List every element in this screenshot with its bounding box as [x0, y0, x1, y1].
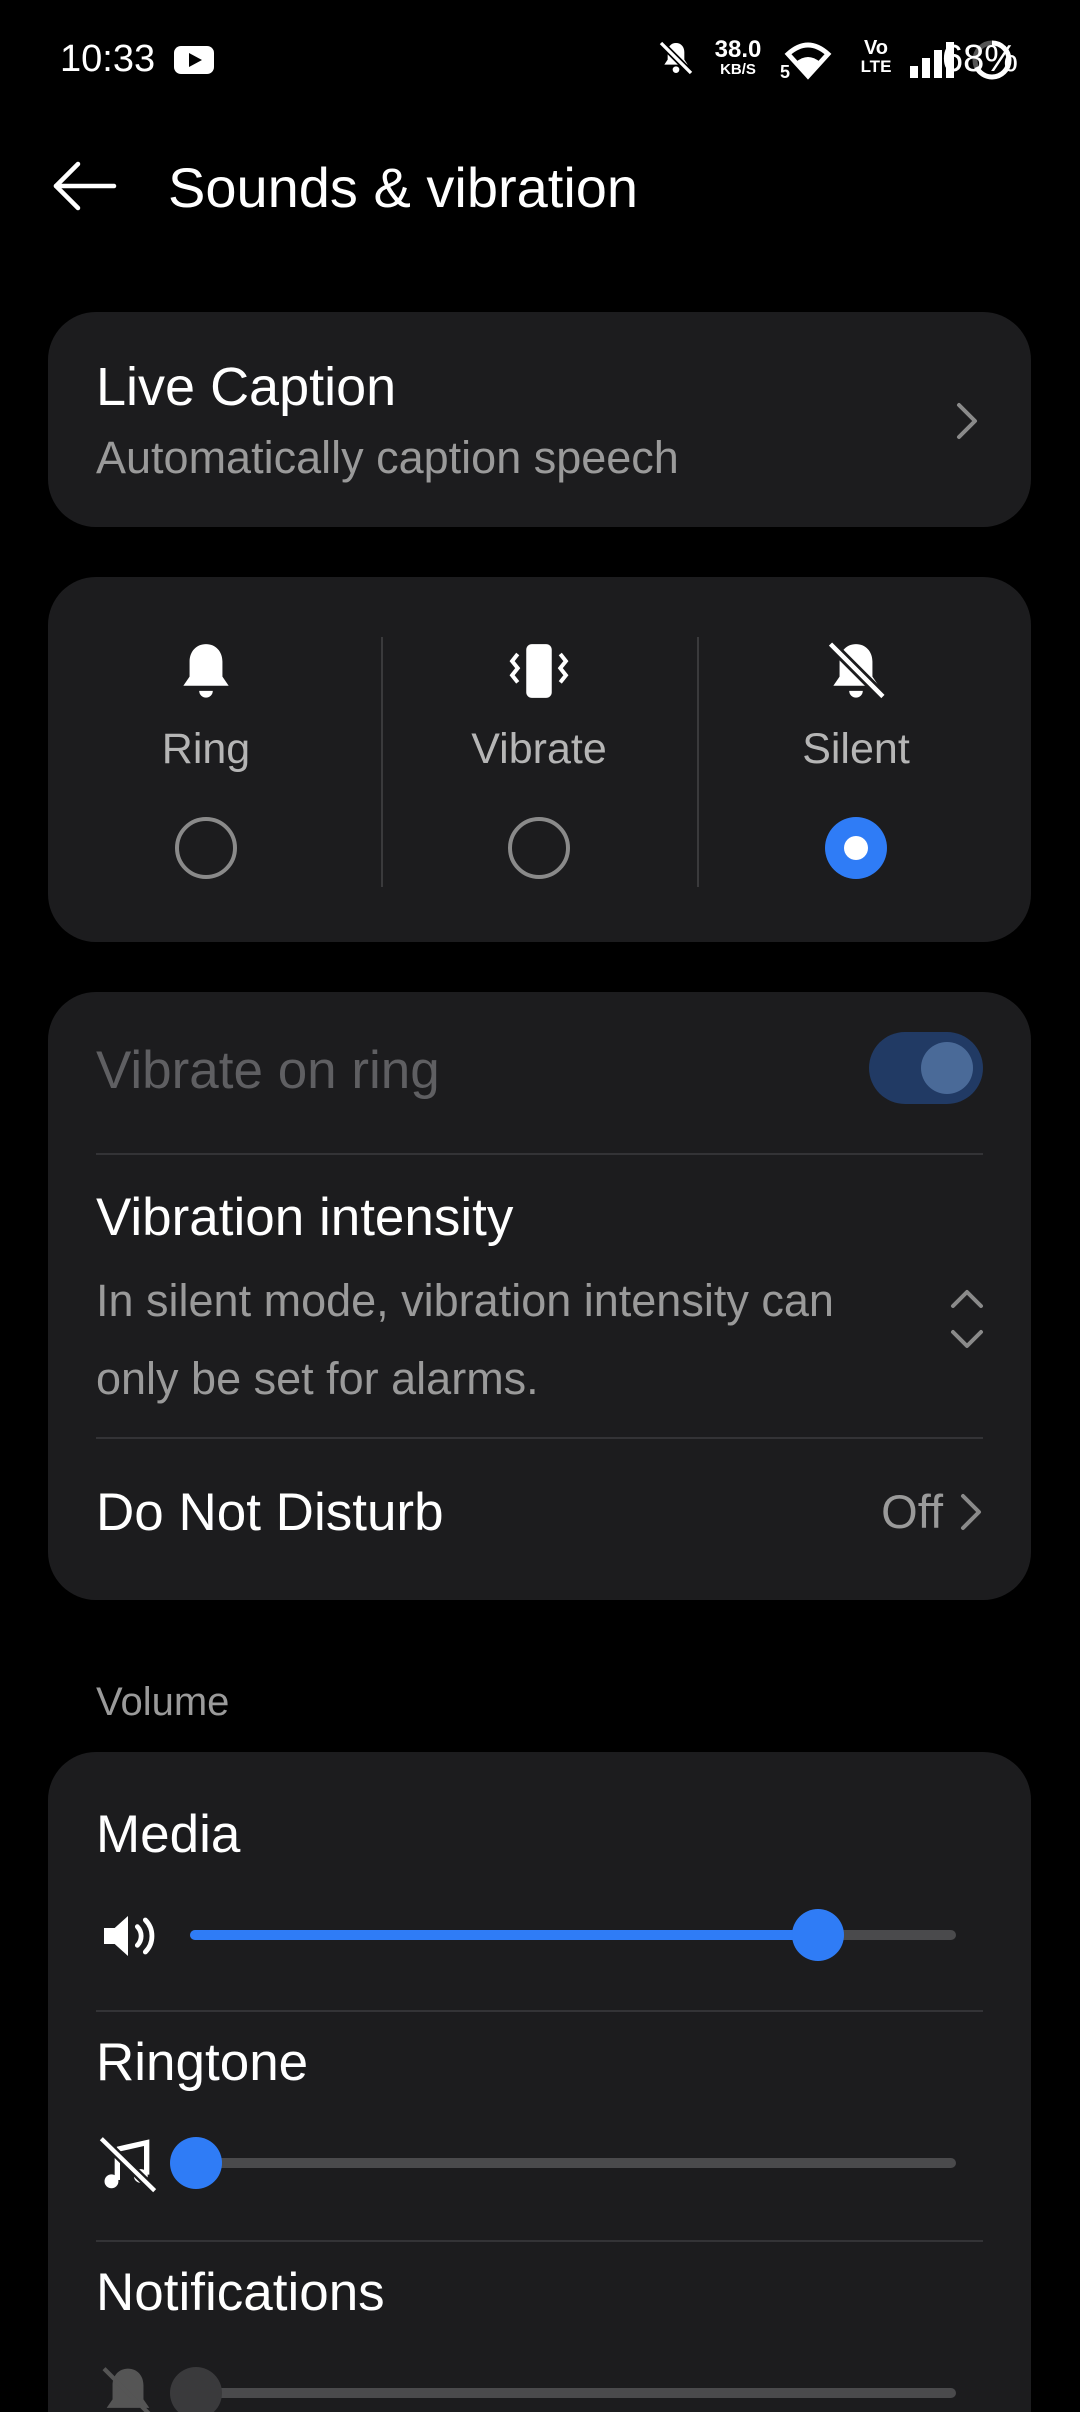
vibrate-on-ring-label: Vibrate on ring — [96, 1041, 440, 1100]
divider — [96, 2010, 983, 2012]
live-caption-title: Live Caption — [96, 357, 397, 417]
mode-silent-label: Silent — [802, 725, 910, 773]
bell-off-icon — [102, 2367, 151, 2412]
vibrate-on-ring-row[interactable]: Vibrate on ring — [96, 1030, 983, 1120]
muted-bell-icon — [658, 40, 694, 76]
mode-vibrate-label: Vibrate — [471, 725, 607, 773]
speaker-icon — [104, 1916, 155, 1956]
chevron-right-icon — [961, 1494, 981, 1530]
volume-card: Media Ringtone Notifications — [48, 1752, 1031, 2412]
mode-ring-label: Ring — [161, 725, 251, 773]
vibration-intensity-subtitle: In silent mode, vibration intensity can … — [96, 1275, 834, 1404]
mode-ring[interactable]: Ring — [48, 577, 364, 942]
divider — [96, 2240, 983, 2242]
expand-collapse-icon[interactable] — [947, 1274, 987, 1364]
chevron-right-icon — [957, 403, 977, 439]
media-volume-row: Media — [96, 1804, 983, 2032]
slider-fill — [190, 1930, 819, 1940]
vibration-settings-card: Vibrate on ring Vibration intensity In s… — [48, 992, 1031, 1600]
battery-percent: 68% — [941, 38, 1018, 80]
vibrate-on-ring-toggle[interactable] — [869, 1032, 983, 1104]
youtube-notification-icon — [174, 46, 214, 74]
status-bar: 10:33 38.0 KB/S 5 Vo LTE 68% — [0, 0, 1080, 120]
vibrate-phone-icon — [509, 644, 569, 698]
media-volume-title: Media — [96, 1805, 241, 1864]
music-off-icon — [98, 2135, 158, 2194]
page-title: Sounds & vibration — [168, 156, 639, 219]
network-speed: 38.0 KB/S — [714, 36, 762, 78]
ringtone-volume-title: Ringtone — [96, 2033, 309, 2092]
live-caption-subtitle: Automatically caption speech — [96, 432, 679, 483]
slider-thumb[interactable] — [170, 2367, 222, 2412]
notifications-volume-row: Notifications — [96, 2262, 983, 2412]
status-time: 10:33 — [60, 38, 156, 80]
media-volume-slider[interactable] — [190, 1909, 956, 1961]
divider — [96, 1437, 983, 1439]
mode-silent[interactable]: Silent — [698, 577, 1014, 942]
volume-section-label: Volume — [96, 1680, 230, 1724]
volte-icon: Vo LTE — [860, 37, 892, 76]
ring-radio[interactable] — [175, 817, 237, 879]
silent-radio[interactable] — [825, 817, 887, 879]
mode-vibrate[interactable]: Vibrate — [381, 577, 697, 942]
back-button[interactable] — [48, 150, 120, 222]
wifi-badge: 5 — [780, 62, 791, 82]
vibrate-radio[interactable] — [508, 817, 570, 879]
divider — [96, 1153, 983, 1155]
ringtone-volume-row: Ringtone — [96, 2032, 983, 2260]
do-not-disturb-title[interactable]: Do Not Disturb — [96, 1482, 444, 1543]
arrow-left-icon — [53, 161, 117, 211]
live-caption-card[interactable]: Live Caption Automatically caption speec… — [48, 312, 1031, 527]
ringtone-volume-slider[interactable] — [170, 2137, 956, 2189]
notifications-volume-slider[interactable] — [170, 2367, 956, 2412]
slider-thumb[interactable] — [170, 2137, 222, 2189]
vibration-intensity-title[interactable]: Vibration intensity — [96, 1187, 513, 1248]
notifications-volume-title: Notifications — [96, 2263, 385, 2322]
slider-thumb[interactable] — [792, 1909, 845, 1961]
sound-mode-card: Ring Vibrate Silent — [48, 577, 1031, 942]
do-not-disturb-value: Off — [881, 1485, 943, 1538]
bell-off-icon — [826, 640, 887, 701]
bell-icon — [183, 644, 229, 698]
